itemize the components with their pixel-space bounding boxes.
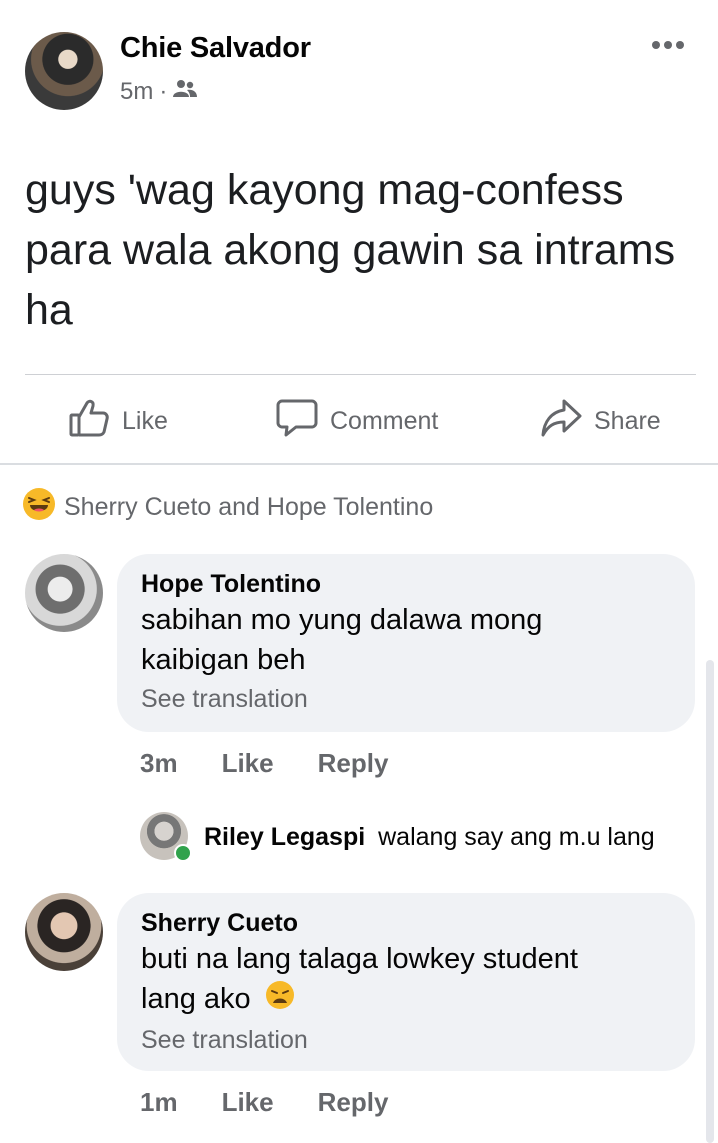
share-label: Share	[594, 406, 661, 435]
comment-icon	[276, 397, 318, 446]
divider	[25, 374, 696, 375]
reactions-text: Sherry Cueto and Hope Tolentino	[64, 493, 434, 521]
comment-label: Comment	[330, 406, 439, 435]
friends-icon	[173, 78, 198, 106]
author-name[interactable]: Chie Salvador	[120, 32, 311, 65]
haha-reaction-icon	[22, 487, 56, 528]
thumbs-up-icon	[68, 397, 110, 446]
divider	[0, 463, 718, 465]
share-icon	[540, 397, 582, 446]
dot-icon	[664, 41, 672, 49]
comment-bubble: Hope Tolentino sabihan mo yung dalawa mo…	[117, 554, 695, 732]
comment-time: 1m	[140, 1087, 178, 1117]
scrollbar[interactable]	[706, 660, 714, 1143]
comment-reply-button[interactable]: Reply	[318, 748, 389, 779]
comment-reply-button[interactable]: Reply	[318, 1087, 389, 1118]
comment-actions: 1m Like Reply	[140, 1087, 388, 1118]
reply-preview-text: walang say ang m.u lang	[378, 823, 655, 851]
dot-icon	[652, 41, 660, 49]
comment-like-button[interactable]: Like	[222, 748, 274, 779]
comment-text: sabihan mo yung dalawa mong kaibigan beh	[141, 604, 543, 676]
post-time[interactable]: 5m	[120, 78, 153, 106]
comment-bubble: Sherry Cueto buti na lang talaga lowkey …	[117, 893, 695, 1071]
reactions-summary[interactable]: Sherry Cueto and Hope Tolentino	[22, 487, 433, 528]
reply-preview-avatar-wrap[interactable]	[140, 812, 192, 862]
see-translation-link[interactable]: See translation	[141, 682, 671, 716]
reply-author-name: Riley Legaspi	[204, 823, 366, 851]
post-text: guys 'wag kayong mag-confess para wala a…	[25, 166, 676, 334]
more-options-button[interactable]	[648, 30, 688, 60]
reply-preview[interactable]: Riley Legaspi walang say ang m.u lang	[204, 820, 655, 854]
commenter-name[interactable]: Hope Tolentino	[141, 568, 671, 600]
author-avatar[interactable]	[25, 32, 103, 110]
meta-separator: ·	[159, 78, 168, 105]
comment-button[interactable]: Comment	[276, 396, 438, 446]
commenter-avatar[interactable]	[25, 554, 103, 632]
commenter-name[interactable]: Sherry Cueto	[141, 907, 671, 939]
like-label: Like	[122, 406, 168, 435]
like-button[interactable]: Like	[68, 396, 168, 446]
share-button[interactable]: Share	[540, 396, 661, 446]
dot-icon	[676, 41, 684, 49]
comment-actions: 3m Like Reply	[140, 748, 388, 779]
weary-face-icon	[265, 980, 295, 1021]
online-status-dot	[174, 844, 192, 862]
post-meta: 5m ·	[120, 78, 198, 106]
comment-like-button[interactable]: Like	[222, 1087, 274, 1118]
commenter-avatar[interactable]	[25, 893, 103, 971]
comment-time: 3m	[140, 748, 178, 778]
see-translation-link[interactable]: See translation	[141, 1023, 671, 1057]
comment-text: buti na lang talaga lowkey student lang …	[141, 939, 671, 1021]
